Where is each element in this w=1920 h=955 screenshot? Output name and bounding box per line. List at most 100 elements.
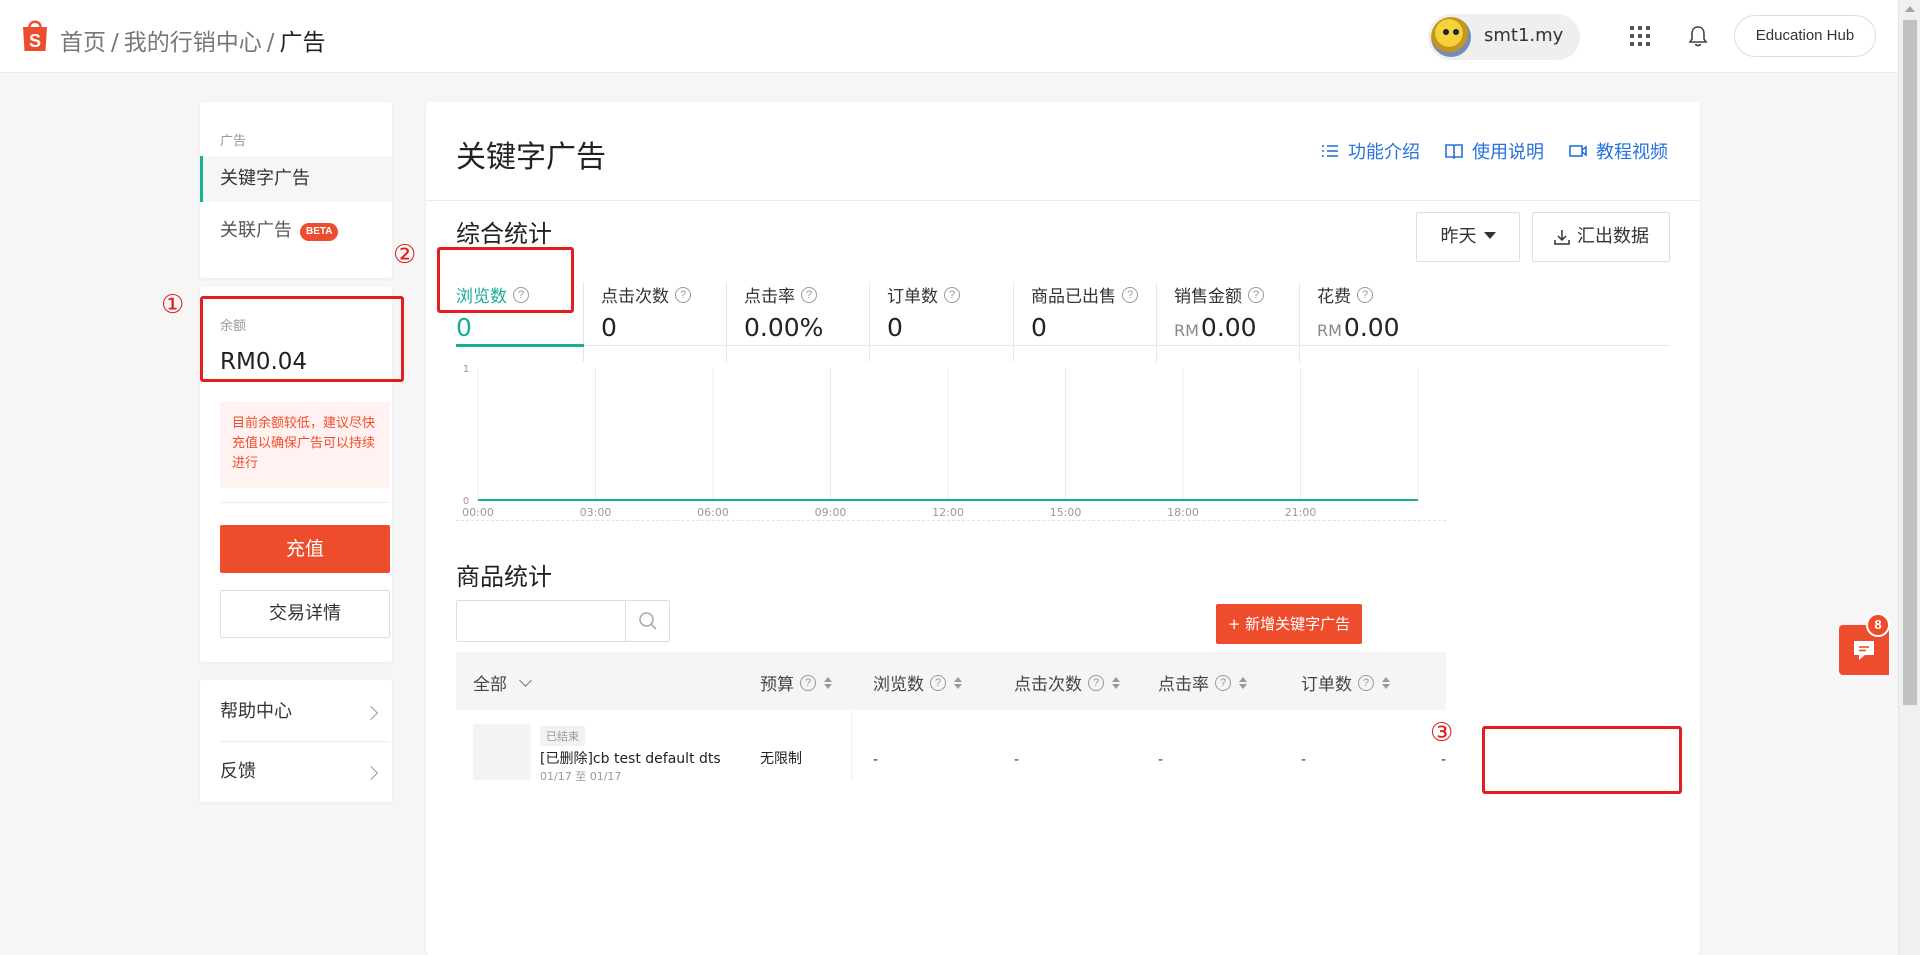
chart-x-tick-label: 18:00 [1167, 506, 1199, 519]
feedback-link[interactable]: 反馈 [220, 742, 390, 802]
avatar [1431, 17, 1471, 57]
annotation-box-overview [437, 247, 574, 313]
help-icon[interactable]: ? [801, 286, 817, 303]
chart-svg: 00:00 03:00 06:00 09:00 12:00 15:00 18:00 21:00… [462, 364, 1419, 519]
svg-text:S: S [29, 31, 41, 51]
metric-unit: RM [1174, 321, 1199, 340]
recharge-button[interactable]: 充值 [220, 525, 390, 573]
divider [456, 520, 1446, 521]
help-icon[interactable]: ? [930, 674, 946, 691]
user-menu[interactable]: smt1.my [1428, 14, 1580, 60]
annotation-number-3: ③ [1430, 718, 1454, 748]
product-stats-title: 商品统计 [456, 563, 552, 591]
feature-intro-label: 功能介绍 [1348, 142, 1420, 163]
chart-x-tick-label: 15:00 [1050, 506, 1082, 519]
annotation-box-balance [200, 296, 404, 382]
chevron-right-icon [363, 765, 379, 781]
scroll-thumb[interactable] [1903, 20, 1917, 705]
help-icon[interactable]: ? [944, 286, 960, 303]
product-thumbnail [473, 724, 531, 780]
help-icon[interactable]: ? [1215, 674, 1231, 691]
scroll-up-icon[interactable] [1905, 6, 1915, 12]
sort-icon[interactable] [1112, 676, 1120, 689]
metric-expense[interactable]: 花费? RM0.00 [1299, 282, 1474, 362]
column-label: 全部 [473, 675, 507, 695]
annotation-number-2: ② [393, 240, 417, 270]
metric-label: 花费 [1317, 287, 1351, 307]
low-balance-warning: 目前余额较低，建议尽快充值以确保广告可以持续进行 [220, 402, 390, 488]
usage-guide-link[interactable]: 使用说明 [1444, 138, 1544, 164]
download-icon [1554, 230, 1570, 245]
user-name: smt1.my [1484, 25, 1564, 46]
video-icon [1569, 145, 1587, 157]
chat-icon [1854, 641, 1874, 660]
export-label: 汇出数据 [1577, 226, 1649, 247]
help-icon[interactable]: ? [800, 674, 816, 691]
annotation-number-1: ① [161, 290, 185, 320]
column-clicks[interactable]: 点击次数? [1014, 670, 1120, 695]
sort-icon[interactable] [1382, 676, 1390, 689]
shopee-logo-icon[interactable]: S [20, 17, 50, 53]
book-icon [1445, 144, 1463, 160]
table-row[interactable]: 已结束 [已删除]cb test default dts 01/17 至 01/… [456, 710, 1446, 783]
divider [851, 710, 852, 780]
metric-label: 订单数 [887, 287, 938, 307]
sort-icon[interactable] [954, 676, 962, 689]
breadcrumb-separator: / [111, 30, 119, 56]
column-impressions[interactable]: 浏览数? [873, 670, 962, 695]
help-icon[interactable]: ? [1357, 286, 1373, 303]
tutorial-video-link[interactable]: 教程视频 [1568, 138, 1668, 164]
metric-value: 0.00 [1343, 313, 1400, 342]
help-icon[interactable]: ? [1358, 674, 1374, 691]
column-budget[interactable]: 预算? [760, 670, 832, 695]
chart-x-tick-label: 09:00 [815, 506, 847, 519]
column-label: 预算 [760, 675, 794, 695]
search-input[interactable] [458, 602, 626, 640]
search-button[interactable] [625, 601, 669, 641]
feature-intro-link[interactable]: 功能介绍 [1320, 138, 1420, 164]
ctr-value: - [1158, 752, 1164, 768]
period-select[interactable]: 昨天 [1416, 212, 1520, 262]
breadcrumb-home[interactable]: 首页 [60, 30, 106, 56]
column-label: 订单数 [1301, 675, 1352, 695]
page-scrollbar[interactable] [1898, 0, 1920, 955]
filter-all[interactable]: 全部 [473, 670, 532, 695]
sidebar-item-keyword-ads[interactable]: 关键字广告 [200, 156, 392, 202]
help-icon[interactable]: ? [1088, 674, 1104, 691]
impressions-value: - [873, 752, 879, 768]
export-data-button[interactable]: 汇出数据 [1532, 212, 1670, 262]
divider [426, 200, 1700, 201]
education-hub-button[interactable]: Education Hub [1734, 15, 1876, 57]
transaction-details-button[interactable]: 交易详情 [220, 590, 390, 638]
metrics-active-indicator [456, 344, 584, 347]
product-name[interactable]: [已删除]cb test default dts [540, 748, 721, 768]
add-keyword-ad-button[interactable]: + 新增关键字广告 [1216, 604, 1362, 644]
help-icon[interactable]: ? [1122, 286, 1138, 303]
help-icon[interactable]: ? [675, 286, 691, 303]
overview-chart: 00:00 03:00 06:00 09:00 12:00 15:00 18:00 21:00… [456, 360, 1670, 520]
sidebar-item-related-ads[interactable]: 关联广告 BETA [200, 208, 392, 254]
search-box [456, 600, 670, 642]
breadcrumb-marketing[interactable]: 我的行销中心 [124, 30, 262, 56]
breadcrumb-current: 广告 [279, 30, 326, 56]
main-panel: 关键字广告 功能介绍 使用说明 教程视频 综合统计 昨天 汇出数据 浏览数? 0… [426, 102, 1700, 955]
nav-heading: 广告 [220, 134, 247, 149]
bell-icon[interactable] [1687, 24, 1709, 48]
metrics-underline [456, 345, 1670, 346]
column-orders[interactable]: 订单数? [1301, 670, 1390, 695]
metric-label: 点击次数 [601, 287, 669, 307]
header-links: 功能介绍 使用说明 教程视频 [1320, 138, 1668, 164]
divider [220, 502, 390, 503]
clicks-value: - [1014, 752, 1020, 768]
help-icon[interactable]: ? [1248, 286, 1264, 303]
sidebar-item-label: 关键字广告 [220, 168, 310, 189]
sort-icon[interactable] [1239, 676, 1247, 689]
budget-value: 无限制 [760, 751, 802, 767]
help-center-link[interactable]: 帮助中心 [220, 682, 390, 742]
metrics-row: 浏览数? 0 点击次数? 0 点击率? 0.00% 订单数? 0 商品已出售? … [456, 282, 1670, 362]
column-ctr[interactable]: 点击率? [1158, 670, 1247, 695]
chart-x-tick-label: 12:00 [932, 506, 964, 519]
apps-grid-icon[interactable] [1630, 26, 1650, 46]
chart-x-tick-label: 06:00 [697, 506, 729, 519]
sort-icon[interactable] [824, 676, 832, 689]
